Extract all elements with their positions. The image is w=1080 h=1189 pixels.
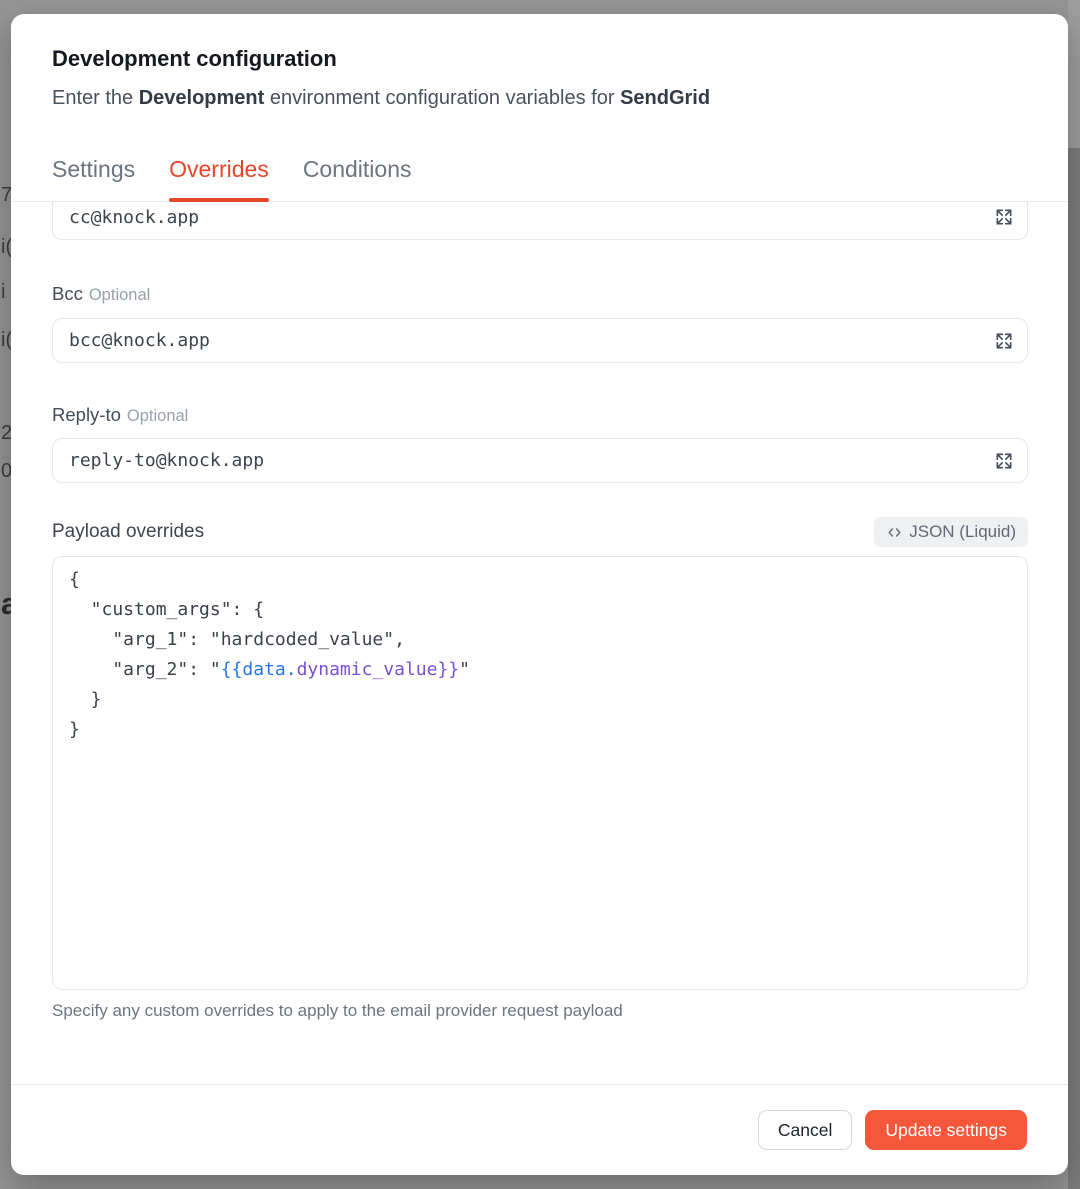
bcc-field-wrap	[52, 318, 1028, 363]
payload-overrides-code[interactable]: { "custom_args": { "arg_1": "hardcoded_v…	[53, 557, 1027, 753]
background-fragment: i(	[1, 236, 11, 259]
background-fragment: i(	[1, 329, 11, 352]
dialog-footer: Cancel Update settings	[11, 1084, 1068, 1175]
reply-to-field-wrap	[52, 438, 1028, 483]
payload-overrides-label: Payload overrides	[52, 521, 204, 543]
bcc-optional-hint: Optional	[89, 286, 150, 304]
reply-to-optional-hint: Optional	[127, 407, 188, 425]
bcc-input[interactable]	[52, 318, 1028, 363]
expand-icon	[994, 459, 1014, 474]
page-scrollbar-track	[1068, 0, 1080, 148]
background-fragment: 2	[1, 422, 11, 445]
payload-overrides-helper-text: Specify any custom overrides to apply to…	[52, 1000, 1028, 1022]
background-fragment: 7	[1, 184, 11, 207]
reply-to-expand-button[interactable]	[992, 449, 1016, 473]
dialog-subtitle: Enter the Development environment config…	[52, 84, 1027, 112]
json-liquid-badge: JSON (Liquid)	[874, 517, 1028, 547]
code-icon	[886, 524, 903, 541]
dialog-header: Development configuration Enter the Deve…	[11, 14, 1068, 112]
cancel-button[interactable]: Cancel	[758, 1110, 852, 1150]
bcc-label: BccOptional	[52, 282, 1028, 307]
provider-name: SendGrid	[620, 87, 710, 109]
payload-overrides-header: Payload overrides JSON (Liquid)	[52, 517, 1028, 547]
liquid-tag-open: {{data.	[221, 659, 297, 680]
environment-name: Development	[139, 87, 265, 109]
cc-input[interactable]	[52, 202, 1028, 240]
tab-settings[interactable]: Settings	[52, 154, 135, 201]
expand-icon	[994, 339, 1014, 354]
background-fragment: i	[1, 281, 5, 304]
overrides-form: BccOptional Reply-toOptional	[11, 202, 1068, 1084]
background-page-fragments: 7 i( i i( 2 0 a	[0, 0, 11, 1189]
page-scrollbar-thumb[interactable]	[1068, 148, 1080, 1189]
cc-expand-button[interactable]	[992, 205, 1016, 229]
reply-to-label: Reply-toOptional	[52, 403, 1028, 428]
bcc-expand-button[interactable]	[992, 329, 1016, 353]
background-fragment: 0	[1, 460, 11, 483]
tab-overrides[interactable]: Overrides	[169, 154, 269, 201]
development-configuration-dialog: Development configuration Enter the Deve…	[11, 14, 1068, 1175]
tab-conditions[interactable]: Conditions	[303, 154, 412, 201]
tab-bar: Settings Overrides Conditions	[11, 154, 1068, 202]
expand-icon	[994, 215, 1014, 230]
update-settings-button[interactable]: Update settings	[865, 1110, 1027, 1150]
liquid-variable: dynamic_value}}	[297, 659, 460, 680]
dialog-title: Development configuration	[52, 44, 1027, 74]
cc-field-wrap	[52, 202, 1028, 240]
json-liquid-badge-label: JSON (Liquid)	[909, 522, 1016, 542]
payload-overrides-editor[interactable]: { "custom_args": { "arg_1": "hardcoded_v…	[52, 556, 1028, 990]
background-fragment: a	[1, 586, 11, 622]
reply-to-input[interactable]	[52, 438, 1028, 483]
